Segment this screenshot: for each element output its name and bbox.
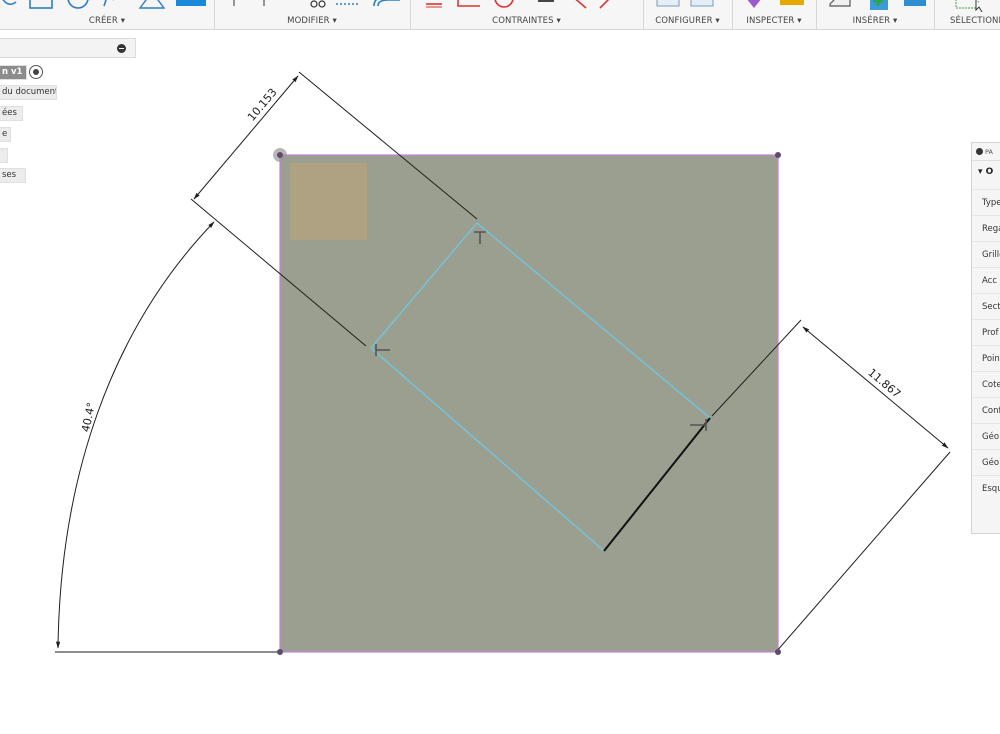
toolbar-group-modify-label: MODIFIER ▾ — [287, 16, 337, 26]
toolbar-group-select-label: SÉLECTIONNER ▾ — [950, 16, 1000, 26]
select-tools-icons[interactable] — [934, 0, 1000, 12]
toolbar-group-configure-label: CONFIGURER ▾ — [655, 16, 720, 26]
options-section-header[interactable]: ▾ O — [972, 167, 1000, 177]
palette-row-dimensions[interactable]: Cote — [972, 371, 1000, 397]
palette-row-geometry-1[interactable]: Géo — [972, 423, 1000, 449]
palette-row-linetype[interactable]: Type — [972, 189, 1000, 215]
sketch-point[interactable] — [277, 649, 283, 655]
toolbar-group-insert[interactable]: INSÉRER ▾ — [816, 0, 934, 30]
toolbar-group-constraints-label: CONTRAINTES ▾ — [492, 16, 561, 26]
palette-row-grid[interactable]: Grille — [972, 241, 1000, 267]
palette-row-points[interactable]: Point — [972, 345, 1000, 371]
palette-row-slice[interactable]: Sect — [972, 293, 1000, 319]
palette-row-sketch[interactable]: Esqu — [972, 475, 1000, 501]
dimension-angle-label[interactable]: 40.4° — [79, 401, 98, 433]
sketch-palette-header[interactable]: PA — [972, 143, 1000, 161]
palette-row-profile[interactable]: Prof — [972, 319, 1000, 345]
sketch-point[interactable] — [775, 649, 781, 655]
fusion-sketch-workspace: CRÉER ▾ MODIFIER ▾ CONTRAINTES ▾ CONFIGU… — [0, 0, 1000, 734]
dimension-angle[interactable]: 40.4° — [55, 221, 280, 653]
palette-row-snap[interactable]: Acc — [972, 267, 1000, 293]
constraint-tools-icons[interactable] — [410, 0, 643, 12]
inspect-tools-icons[interactable] — [732, 0, 816, 12]
configure-tools-icons[interactable] — [643, 0, 732, 12]
sketch-palette-title: PA — [985, 148, 993, 156]
toolbar-group-inspect[interactable]: INSPECTER ▾ — [732, 0, 816, 30]
toolbar-group-insert-label: INSÉRER ▾ — [852, 16, 898, 26]
sketch-canvas[interactable]: 10.153 11.867 40.4° — [0, 31, 1000, 734]
sketch-point[interactable] — [277, 152, 283, 158]
toolbar-group-create[interactable]: CRÉER ▾ — [0, 0, 214, 30]
palette-row-constraints[interactable]: Conf — [972, 397, 1000, 423]
sketch-point[interactable] — [775, 152, 781, 158]
toolbar-group-select[interactable]: SÉLECTIONNER ▾ — [934, 0, 1000, 30]
collapse-icon[interactable] — [976, 148, 983, 155]
toolbar-group-create-label: CRÉER ▾ — [88, 16, 126, 26]
palette-row-look-at[interactable]: Rega — [972, 215, 1000, 241]
create-tools-icons[interactable] — [0, 0, 214, 12]
palette-row-geometry-2[interactable]: Géo — [972, 449, 1000, 475]
ribbon-toolbar: CRÉER ▾ MODIFIER ▾ CONTRAINTES ▾ CONFIGU… — [0, 0, 1000, 30]
origin-marker-square — [290, 163, 367, 240]
modify-tools-icons[interactable] — [214, 0, 410, 12]
toolbar-group-constraints[interactable]: CONTRAINTES ▾ — [410, 0, 643, 30]
toolbar-group-modify[interactable]: MODIFIER ▾ — [214, 0, 410, 30]
toolbar-group-configure[interactable]: CONFIGURER ▾ — [643, 0, 732, 30]
toolbar-group-inspect-label: INSPECTER ▾ — [746, 16, 802, 26]
insert-tools-icons[interactable] — [816, 0, 934, 12]
sketch-palette: PA ▾ O Type Rega Grille Acc Sect Prof Po… — [971, 142, 1000, 534]
